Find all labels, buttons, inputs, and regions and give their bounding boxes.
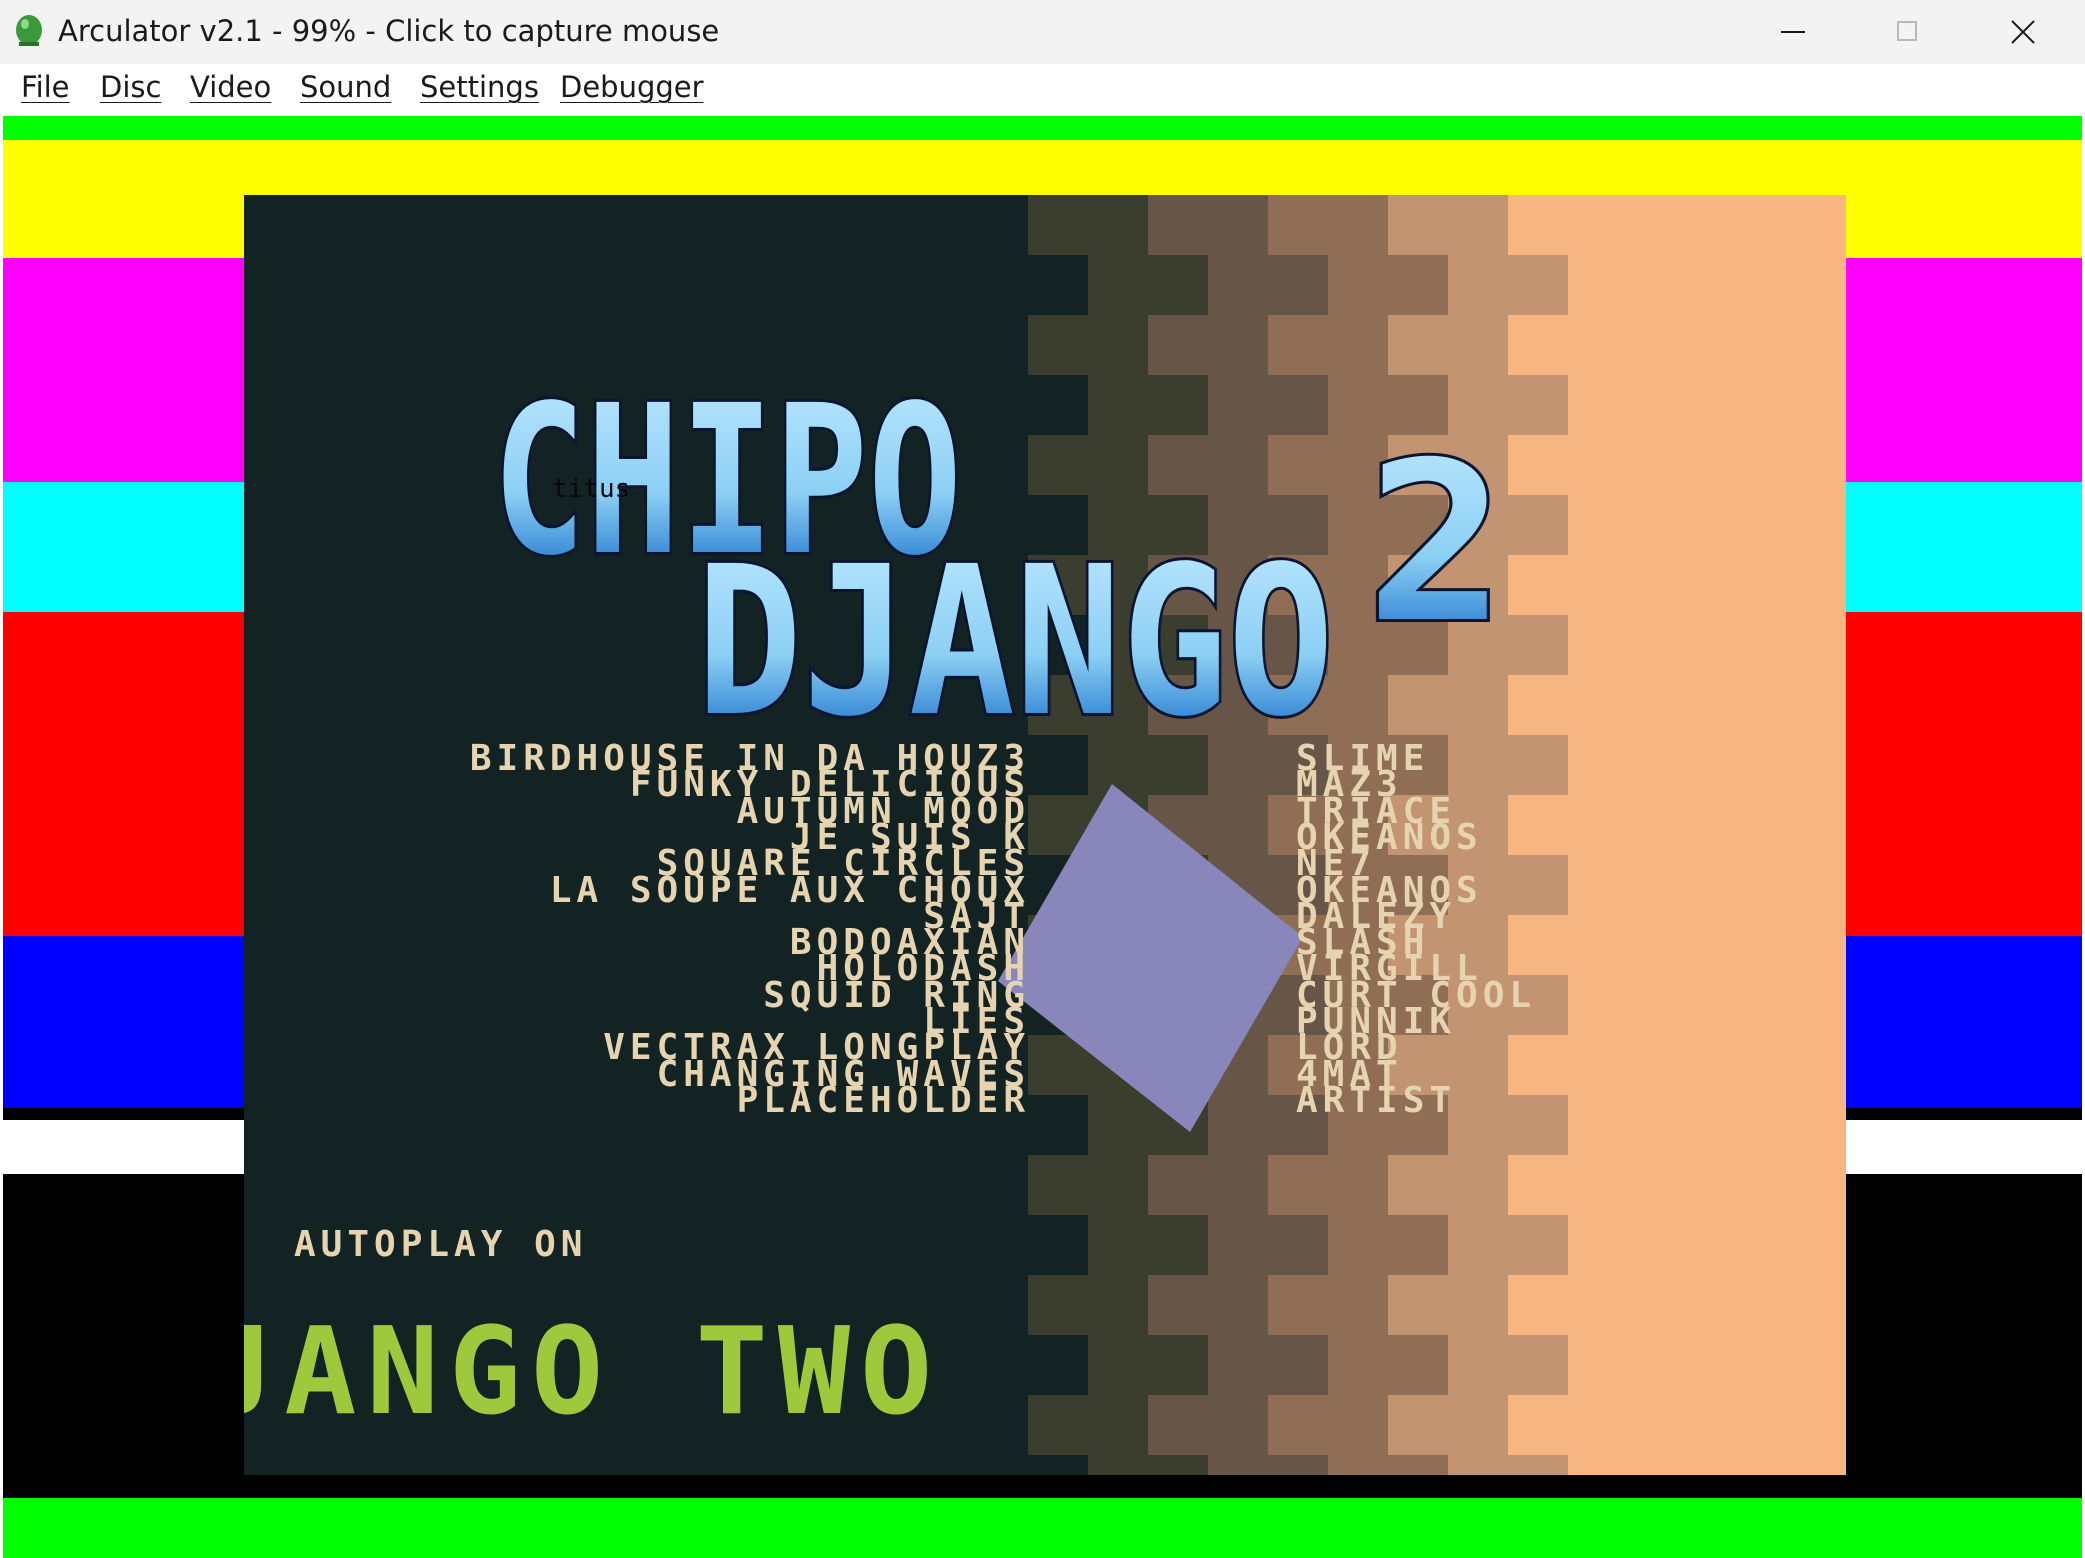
border-band xyxy=(3,1498,2082,1558)
maximize-button[interactable] xyxy=(1850,0,1965,64)
close-icon xyxy=(2011,20,2035,44)
minimize-button[interactable] xyxy=(1735,0,1850,64)
rotating-square xyxy=(998,784,1303,1132)
maximize-icon xyxy=(1897,21,1917,41)
window-title: Arculator v2.1 - 99% - Click to capture … xyxy=(58,14,720,48)
menu-bar: File Disc Video Sound Settings Debugger xyxy=(0,64,2085,114)
menu-debugger[interactable]: Debugger xyxy=(560,70,704,104)
menu-settings[interactable]: Settings xyxy=(420,70,539,104)
scroller-text: JANGO TWO xyxy=(244,1303,943,1442)
close-button[interactable] xyxy=(1965,0,2080,64)
autoplay-status: AUTOPLAY ON xyxy=(294,1224,588,1265)
arculator-icon xyxy=(14,14,44,50)
menu-sound[interactable]: Sound xyxy=(300,70,391,104)
minimize-icon xyxy=(1781,31,1805,33)
demo-screen: CHIPO DJANGO 2 titus BIRDHOUSE IN DA HOU… xyxy=(244,195,1846,1475)
title-bar[interactable]: Arculator v2.1 - 99% - Click to capture … xyxy=(0,0,2085,64)
border-band xyxy=(3,116,2082,140)
menu-disc[interactable]: Disc xyxy=(100,70,161,104)
emulator-display[interactable]: CHIPO DJANGO 2 titus BIRDHOUSE IN DA HOU… xyxy=(3,116,2082,1558)
track-artist: ARTIST xyxy=(1296,1079,1457,1121)
menu-file[interactable]: File xyxy=(21,70,70,104)
menu-video[interactable]: Video xyxy=(190,70,271,104)
track-title: PLACEHOLDER xyxy=(736,1079,1030,1121)
